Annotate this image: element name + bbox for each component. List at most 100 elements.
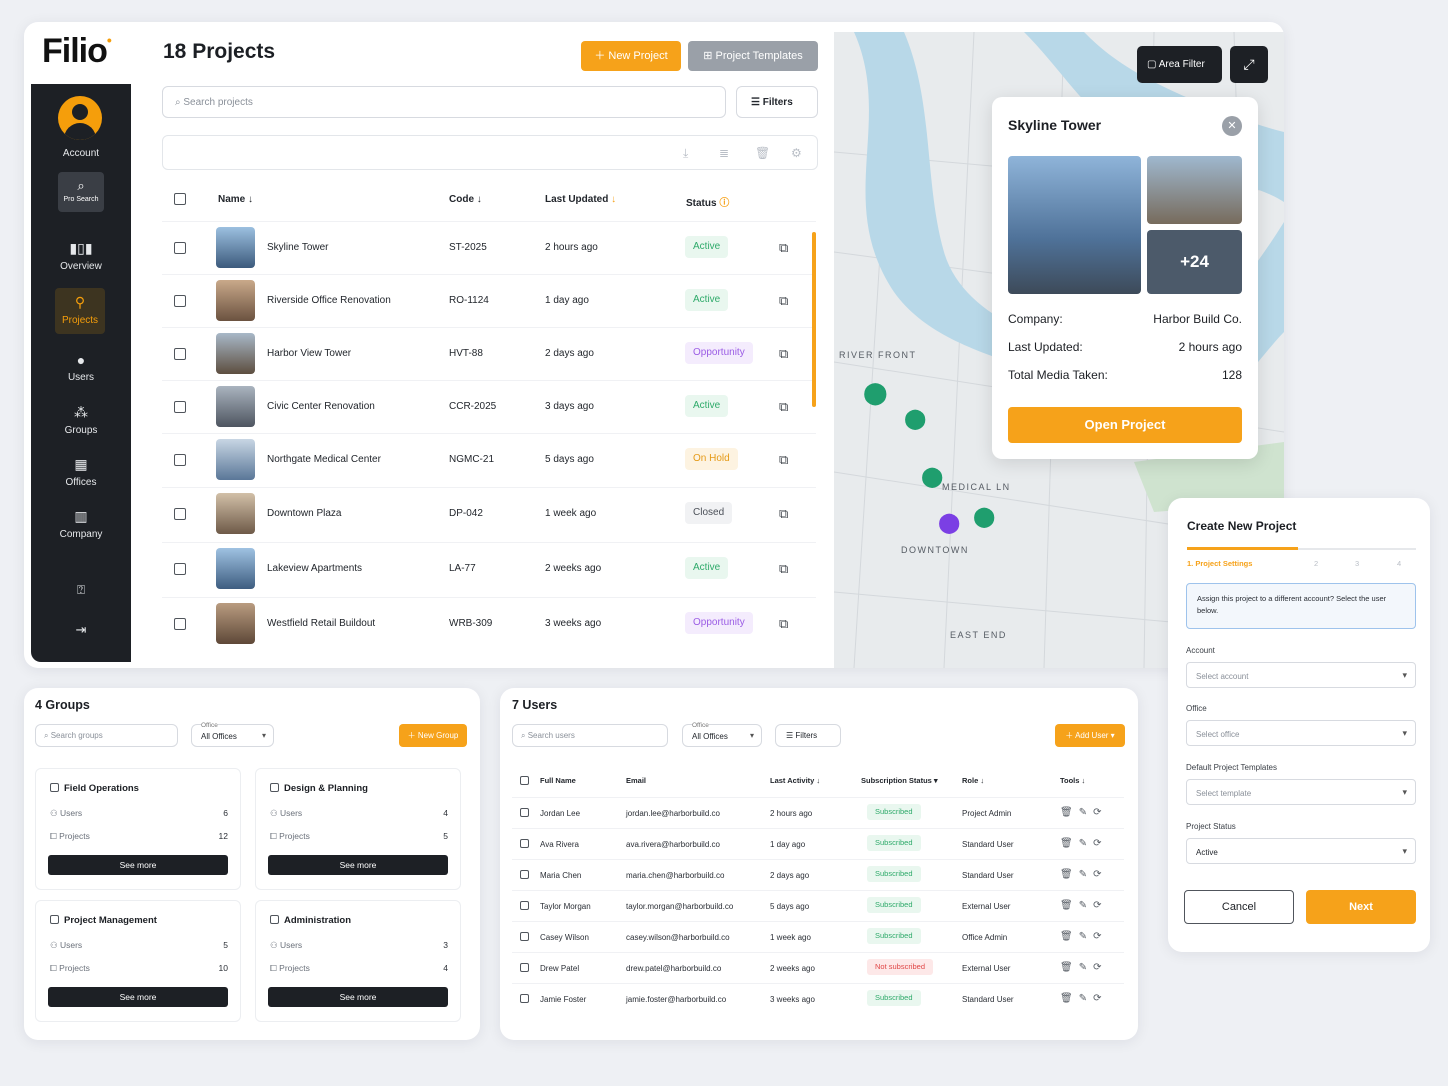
col-last-activity[interactable]: Last Activity ↓ bbox=[770, 776, 820, 785]
table-row[interactable]: Downtown Plaza DP-042 1 week ago Closed … bbox=[162, 487, 816, 540]
sidebar-item-overview[interactable]: ▮▯▮ Overview bbox=[31, 240, 131, 272]
refresh-icon[interactable]: ⟳ bbox=[1093, 807, 1107, 818]
external-link-icon[interactable]: ⧉ bbox=[779, 240, 788, 256]
row-checkbox[interactable] bbox=[174, 295, 186, 307]
map-pin-icon[interactable]: ⬤ bbox=[973, 504, 995, 529]
group-checkbox[interactable] bbox=[270, 915, 279, 924]
refresh-icon[interactable]: ⟳ bbox=[1093, 931, 1107, 942]
table-row[interactable]: Harbor View Tower HVT-88 2 days ago Oppo… bbox=[162, 327, 816, 380]
row-checkbox[interactable] bbox=[174, 508, 186, 520]
office-select[interactable]: Select office bbox=[1186, 720, 1416, 746]
user-name[interactable]: Jordan Lee bbox=[540, 809, 580, 818]
project-name[interactable]: Downtown Plaza bbox=[267, 508, 341, 519]
step-3[interactable]: 3 bbox=[1355, 559, 1359, 568]
user-name[interactable]: Ava Rivera bbox=[540, 840, 579, 849]
step-2[interactable]: 2 bbox=[1314, 559, 1318, 568]
search-groups-input[interactable]: ⌕ Search groups bbox=[35, 724, 178, 747]
project-name[interactable]: Skyline Tower bbox=[267, 242, 329, 253]
table-row[interactable]: Northgate Medical Center NGMC-21 5 days … bbox=[162, 433, 816, 486]
edit-icon[interactable]: ✎ bbox=[1079, 900, 1093, 911]
user-name[interactable]: Jamie Foster bbox=[540, 995, 586, 1004]
refresh-icon[interactable]: ⟳ bbox=[1093, 962, 1107, 973]
trash-icon[interactable]: 🗑 bbox=[755, 146, 770, 160]
refresh-icon[interactable]: ⟳ bbox=[1093, 838, 1107, 849]
next-button[interactable]: Next bbox=[1306, 890, 1416, 924]
trash-icon[interactable]: 🗑 bbox=[1060, 993, 1079, 1004]
row-checkbox[interactable] bbox=[174, 618, 186, 630]
trash-icon[interactable]: 🗑 bbox=[1060, 869, 1079, 880]
table-row[interactable]: Jordan Lee jordan.lee@harborbuild.co 2 h… bbox=[512, 797, 1124, 828]
row-checkbox[interactable] bbox=[174, 454, 186, 466]
filters-button[interactable]: ☰ Filters bbox=[736, 86, 818, 118]
row-checkbox[interactable] bbox=[174, 401, 186, 413]
see-more-button[interactable]: See more bbox=[48, 855, 228, 875]
account-select[interactable]: Select account bbox=[1186, 662, 1416, 688]
row-checkbox[interactable] bbox=[174, 563, 186, 575]
project-photo-2[interactable] bbox=[1147, 156, 1242, 224]
col-updated[interactable]: Last Updated ↓ bbox=[545, 194, 616, 205]
col-tools[interactable]: Tools ↓ bbox=[1060, 776, 1085, 785]
project-name[interactable]: Lakeview Apartments bbox=[267, 563, 362, 574]
table-row[interactable]: Riverside Office Renovation RO-1124 1 da… bbox=[162, 274, 816, 327]
row-checkbox[interactable] bbox=[174, 348, 186, 360]
group-name[interactable]: Project Management bbox=[50, 915, 157, 926]
external-link-icon[interactable]: ⧉ bbox=[779, 293, 788, 309]
template-select[interactable]: Select template bbox=[1186, 779, 1416, 805]
edit-icon[interactable]: ✎ bbox=[1079, 993, 1093, 1004]
trash-icon[interactable]: 🗑 bbox=[1060, 962, 1079, 973]
search-projects-input[interactable]: ⌕ Search projects bbox=[162, 86, 726, 118]
see-more-button[interactable]: See more bbox=[268, 855, 448, 875]
row-checkbox[interactable] bbox=[520, 932, 529, 941]
col-code[interactable]: Code ↓ bbox=[449, 194, 482, 205]
map-pin-icon[interactable]: ⬤ bbox=[863, 380, 888, 406]
row-checkbox[interactable] bbox=[520, 994, 529, 1003]
row-checkbox[interactable] bbox=[520, 808, 529, 817]
external-link-icon[interactable]: ⧉ bbox=[779, 346, 788, 362]
project-name[interactable]: Riverside Office Renovation bbox=[267, 295, 391, 306]
sidebar-item-groups[interactable]: ⁂ Groups bbox=[31, 404, 131, 436]
map-pin-icon[interactable]: ⬤ bbox=[904, 406, 926, 431]
table-row[interactable]: Casey Wilson casey.wilson@harborbuild.co… bbox=[512, 921, 1124, 952]
user-name[interactable]: Taylor Morgan bbox=[540, 902, 591, 911]
table-row[interactable]: Jamie Foster jamie.foster@harborbuild.co… bbox=[512, 983, 1124, 1014]
edit-icon[interactable]: ✎ bbox=[1079, 838, 1093, 849]
edit-icon[interactable]: ✎ bbox=[1079, 869, 1093, 880]
project-templates-button[interactable]: ⊞ Project Templates bbox=[688, 41, 818, 71]
row-checkbox[interactable] bbox=[520, 963, 529, 972]
col-role[interactable]: Role ↓ bbox=[962, 776, 984, 785]
table-row[interactable]: Drew Patel drew.patel@harborbuild.co 2 w… bbox=[512, 952, 1124, 983]
trash-icon[interactable]: 🗑 bbox=[1060, 931, 1079, 942]
pro-search-button[interactable]: ⌕ Pro Search bbox=[58, 172, 104, 212]
table-row[interactable]: Lakeview Apartments LA-77 2 weeks ago Ac… bbox=[162, 542, 816, 595]
refresh-icon[interactable]: ⟳ bbox=[1093, 900, 1107, 911]
settings-icon[interactable]: ⚙ bbox=[791, 146, 802, 160]
user-name[interactable]: Maria Chen bbox=[540, 871, 581, 880]
row-checkbox[interactable] bbox=[520, 839, 529, 848]
row-checkbox[interactable] bbox=[520, 870, 529, 879]
edit-icon[interactable]: ✎ bbox=[1079, 962, 1093, 973]
group-checkbox[interactable] bbox=[50, 915, 59, 924]
cancel-button[interactable]: Cancel bbox=[1184, 890, 1294, 924]
download-icon[interactable]: ⤓ bbox=[683, 146, 688, 161]
edit-icon[interactable]: ✎ bbox=[1079, 807, 1093, 818]
group-name[interactable]: Administration bbox=[270, 915, 351, 926]
external-link-icon[interactable]: ⧉ bbox=[779, 399, 788, 415]
sidebar-item-users[interactable]: ● Users bbox=[31, 352, 131, 383]
selected-map-pin-icon[interactable]: ⬤ bbox=[938, 510, 960, 535]
more-media-tile[interactable]: +24 bbox=[1147, 230, 1242, 294]
sidebar-item-offices[interactable]: ▦ Offices bbox=[31, 456, 131, 488]
group-name[interactable]: Field Operations bbox=[50, 783, 139, 794]
add-user-button[interactable]: ＋ Add User ▾ bbox=[1055, 724, 1125, 747]
col-status[interactable]: Status ⓘ bbox=[686, 194, 729, 209]
project-name[interactable]: Westfield Retail Buildout bbox=[267, 618, 375, 629]
external-link-icon[interactable]: ⧉ bbox=[779, 452, 788, 468]
trash-icon[interactable]: 🗑 bbox=[1060, 807, 1079, 818]
user-name[interactable]: Drew Patel bbox=[540, 964, 579, 973]
see-more-button[interactable]: See more bbox=[268, 987, 448, 1007]
group-name[interactable]: Design & Planning bbox=[270, 783, 368, 794]
external-link-icon[interactable]: ⧉ bbox=[779, 616, 788, 632]
step-4[interactable]: 4 bbox=[1397, 559, 1401, 568]
refresh-icon[interactable]: ⟳ bbox=[1093, 993, 1107, 1004]
project-name[interactable]: Northgate Medical Center bbox=[267, 454, 381, 465]
archive-icon[interactable]: ≣ bbox=[719, 146, 729, 160]
